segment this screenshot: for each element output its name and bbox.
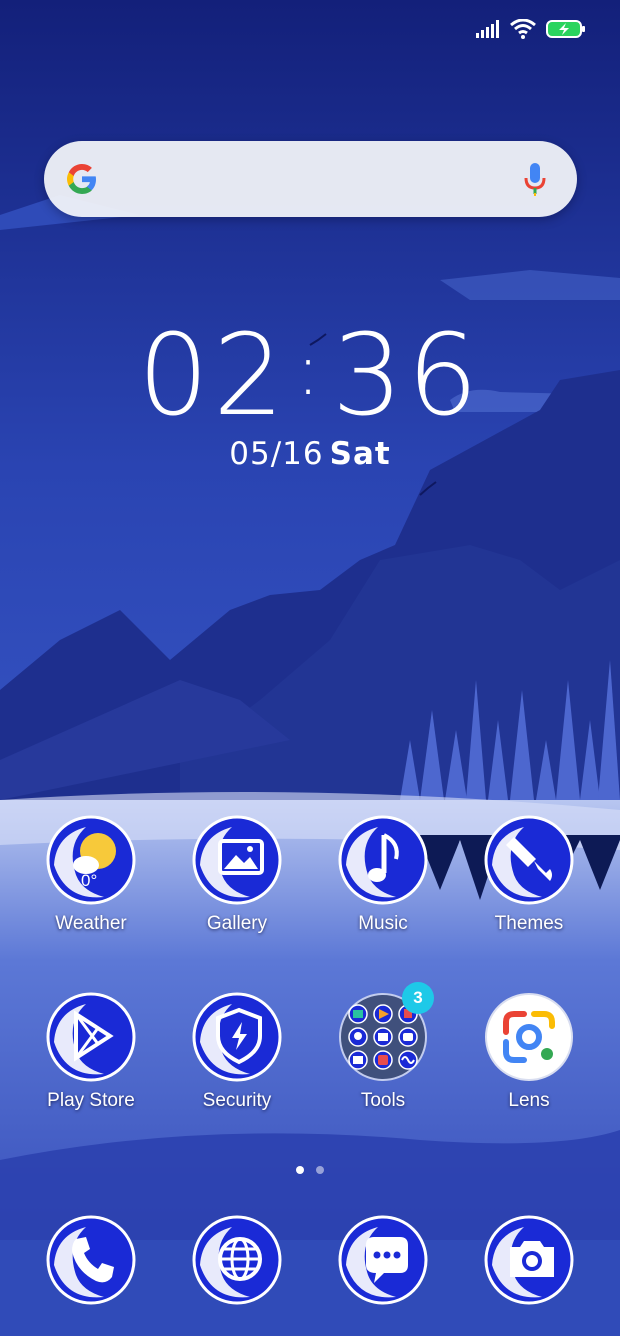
messages-icon	[338, 1215, 428, 1305]
phone-icon	[46, 1215, 136, 1305]
themes-icon	[484, 815, 574, 905]
app-lens[interactable]: Lens	[456, 992, 602, 1112]
weekday-text: Sat	[329, 436, 391, 472]
google-search-bar[interactable]	[44, 141, 577, 217]
play-store-icon	[46, 992, 136, 1082]
clock-minutes: 36	[331, 311, 483, 441]
music-icon	[338, 815, 428, 905]
dock-messages[interactable]	[310, 1215, 456, 1305]
page-dot	[316, 1166, 324, 1174]
app-tools-folder[interactable]: 3 Tools	[310, 982, 456, 1112]
signal-icon	[476, 20, 499, 38]
gallery-icon	[192, 815, 282, 905]
app-label: Lens	[508, 1090, 550, 1111]
camera-icon	[484, 1215, 574, 1305]
date-display[interactable]: 05/16 Sat	[0, 436, 620, 472]
microphone-icon[interactable]	[523, 161, 547, 197]
app-label: Music	[358, 913, 408, 934]
app-label: Themes	[494, 913, 564, 934]
weather-temperature: 0°	[81, 871, 98, 890]
dock-phone[interactable]	[18, 1215, 164, 1305]
browser-icon	[192, 1215, 282, 1305]
app-security[interactable]: Security	[164, 992, 310, 1112]
app-label: Security	[202, 1090, 272, 1111]
app-gallery[interactable]: Gallery	[164, 815, 310, 935]
app-weather[interactable]: 0° Weather	[18, 815, 164, 935]
date-text: 05/16	[229, 436, 324, 472]
tools-folder-icon: 3	[338, 982, 434, 1082]
lens-icon	[484, 992, 574, 1082]
battery-charging-icon	[546, 20, 585, 38]
app-label: Weather	[55, 913, 127, 934]
clock-hours: 02	[137, 311, 289, 441]
app-themes[interactable]: Themes	[456, 815, 602, 935]
clock-widget[interactable]: 02:36	[0, 300, 620, 446]
app-music[interactable]: Music	[310, 815, 456, 935]
notification-badge: 3	[402, 982, 434, 1014]
app-label: Tools	[360, 1090, 406, 1111]
dock-camera[interactable]	[456, 1215, 602, 1305]
page-indicator	[0, 1161, 620, 1179]
wifi-icon	[510, 19, 536, 39]
dock-browser[interactable]	[164, 1215, 310, 1305]
page-dot-active	[296, 1166, 304, 1174]
app-play-store[interactable]: Play Store	[18, 992, 164, 1112]
security-icon	[192, 992, 282, 1082]
weather-icon: 0°	[46, 815, 136, 905]
google-logo-icon	[67, 164, 96, 194]
clock-separator: :	[296, 329, 324, 411]
status-bar	[476, 14, 586, 44]
app-label: Gallery	[206, 913, 268, 934]
app-label: Play Store	[47, 1090, 135, 1111]
